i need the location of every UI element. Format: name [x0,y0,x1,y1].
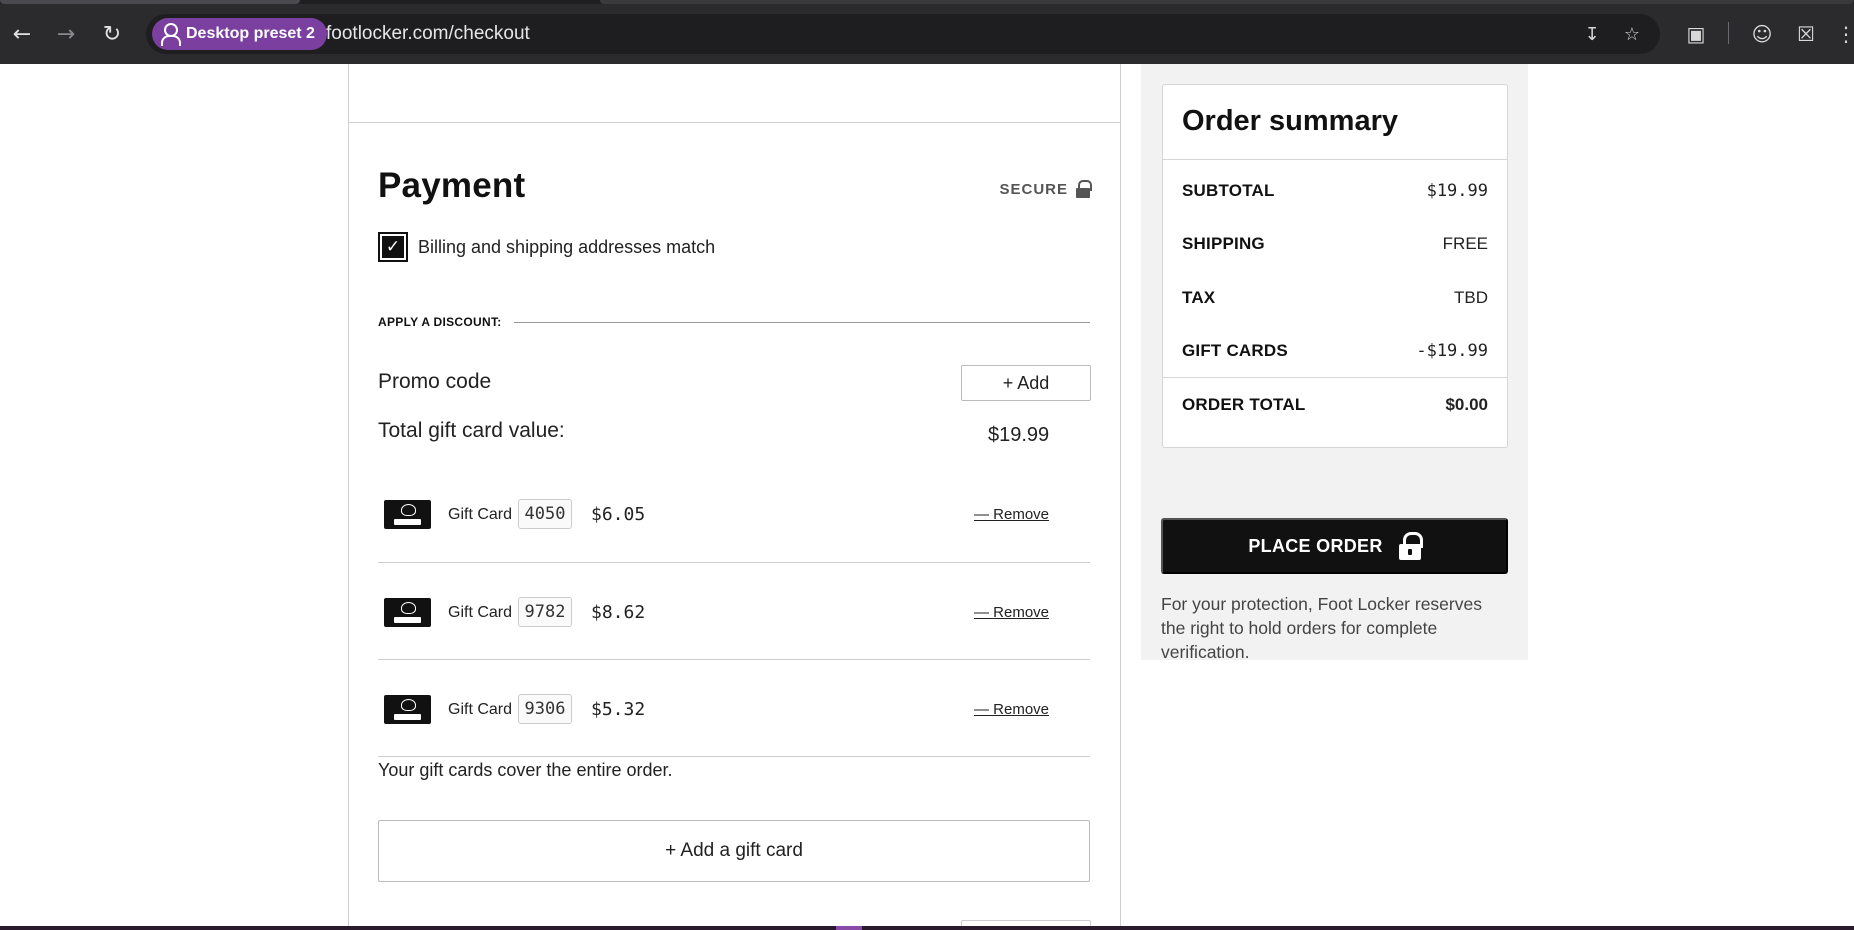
promo-code-label: Promo code [378,370,492,393]
billing-match-label[interactable]: Billing and shipping addresses match [418,237,715,258]
summary-value: -$19.99 [1416,341,1488,361]
summary-value: TBD [1454,288,1488,307]
secure-indicator: SECURE [999,180,1092,198]
reload-icon[interactable]: ↻ [96,18,128,50]
place-order-button[interactable]: PLACE ORDER [1161,518,1508,574]
gift-card-row: Gift Card 4050 $6.05 — Remove [378,466,1090,563]
person-icon [160,23,181,46]
install-app-icon[interactable]: ↧ [1578,20,1606,48]
summary-label: SHIPPING [1182,234,1265,253]
gift-cover-message: Your gift cards cover the entire order. [378,760,673,780]
discount-heading: APPLY A DISCOUNT: [378,315,502,329]
order-summary-title: Order summary [1182,105,1398,137]
tab[interactable] [600,0,1854,4]
discount-heading-row: APPLY A DISCOUNT: [378,315,1090,329]
gift-card-row: Gift Card 9782 $8.62 — Remove [378,563,1090,660]
gift-card-amount: $8.62 [591,602,646,623]
divider [1163,159,1507,160]
gift-total-value: $19.99 [988,424,1050,446]
url-text[interactable]: footlocker.com/checkout [326,23,530,45]
gift-card-name: Gift Card [448,506,513,523]
gift-card-number: 9306 [518,694,572,724]
taskbar-edge [0,926,1854,930]
gift-card-name: Gift Card [448,604,513,621]
divider [1163,377,1507,378]
foot-locker-logo-icon [384,598,431,627]
billing-match-checkbox[interactable]: ✓ [378,232,408,262]
add-gift-card-button[interactable]: + Add a gift card [378,820,1090,882]
checkout-page: Payment SECURE ✓ Billing and shipping ad… [0,64,1854,930]
order-summary-card: Order summary SUBTOTAL $19.99 SHIPPING F… [1162,84,1508,448]
billing-match-row[interactable]: ✓ Billing and shipping addresses match [378,232,715,262]
gift-card-name: Gift Card [448,701,513,718]
lock-icon [1398,532,1423,560]
remove-gift-card-link[interactable]: — Remove [974,604,1049,621]
browser-toolbar: ← → ↻ Desktop preset 2 footlocker.com/ch… [0,0,1854,64]
summary-row-total: ORDER TOTAL $0.00 [1182,395,1488,415]
foot-locker-logo-icon [384,695,431,724]
gift-card-row: Gift Card 9306 $5.32 — Remove [378,660,1090,757]
profile-chip[interactable]: Desktop preset 2 [152,18,327,50]
summary-label: TAX [1182,288,1216,307]
menu-icon[interactable]: ⋮ [1830,18,1854,50]
add-promo-button[interactable]: + Add [961,365,1091,401]
order-total-value: $0.00 [1445,395,1488,414]
payment-section: Payment SECURE ✓ Billing and shipping ad… [348,64,1121,930]
address-bar[interactable]: Desktop preset 2 footlocker.com/checkout… [146,14,1660,54]
checkmark-icon: ✓ [382,236,404,258]
gift-card-number: 4050 [518,499,572,529]
gift-total-label: Total gift card value: [378,419,565,442]
remove-gift-card-link[interactable]: — Remove [974,506,1049,523]
account-icon[interactable]: ☺ [1746,18,1778,50]
summary-label: SUBTOTAL [1182,181,1275,200]
gift-card-amount: $5.32 [591,699,646,720]
remove-gift-card-link[interactable]: — Remove [974,701,1049,718]
payment-title: Payment [378,166,526,205]
tab[interactable] [0,0,300,4]
summary-row-tax: TAX TBD [1182,288,1488,308]
lock-icon [1076,180,1092,198]
search-tabs-icon[interactable]: ▣ [1680,18,1712,50]
arrow-left-icon[interactable]: ← [6,18,38,50]
summary-label: GIFT CARDS [1182,341,1288,360]
tab-strip [0,0,1854,4]
order-total-label: ORDER TOTAL [1182,395,1306,414]
camera-off-icon[interactable]: ☒ [1790,18,1822,50]
gift-card-amount: $6.05 [591,504,646,525]
summary-row-gift-cards: GIFT CARDS -$19.99 [1182,341,1488,361]
summary-row-subtotal: SUBTOTAL $19.99 [1182,181,1488,201]
section-divider [349,122,1121,123]
secure-label: SECURE [999,180,1068,198]
gift-card-number: 9782 [518,597,572,627]
taskbar-indicator [836,926,862,930]
protection-notice: For your protection, Foot Locker reserve… [1161,594,1482,662]
summary-row-shipping: SHIPPING FREE [1182,234,1488,254]
divider [513,321,1090,323]
arrow-right-icon[interactable]: → [50,18,82,50]
foot-locker-logo-icon [384,500,431,529]
summary-value: FREE [1442,234,1488,253]
toolbar-divider [1728,22,1729,44]
profile-label: Desktop preset 2 [186,25,315,42]
summary-value: $19.99 [1426,181,1488,201]
star-icon[interactable]: ☆ [1618,20,1646,48]
place-order-label: PLACE ORDER [1248,535,1383,556]
